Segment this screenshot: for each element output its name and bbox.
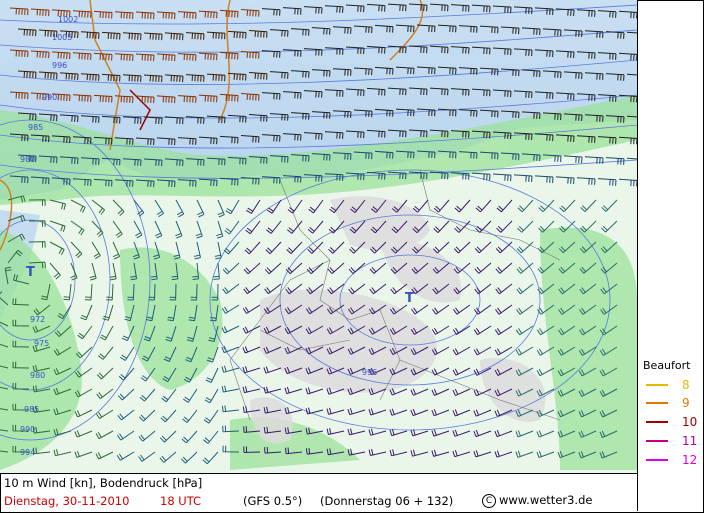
legend-swatch xyxy=(646,459,668,461)
isobar-label: 996 xyxy=(52,61,67,70)
low-marker-central: T xyxy=(405,291,414,306)
isobar-label: 980 xyxy=(30,371,45,380)
legend-item: 10 xyxy=(646,415,704,429)
low-marker-west: T xyxy=(26,265,35,280)
legend-value: 12 xyxy=(682,453,698,467)
legend-value: 8 xyxy=(682,378,690,392)
isobar-label: 1002 xyxy=(58,15,78,24)
legend-item: 9 xyxy=(646,396,704,410)
isobar-label: 1005 xyxy=(52,33,72,42)
legend-swatch xyxy=(646,384,668,386)
legend-value: 10 xyxy=(682,415,698,429)
legend-item: 11 xyxy=(646,434,704,448)
isobar-label: 990 xyxy=(20,425,35,434)
legend-swatch xyxy=(646,402,668,404)
isobar-label: 985 xyxy=(28,123,43,132)
forecast-time: 18 UTC xyxy=(160,494,202,508)
isobar-label: 975 xyxy=(34,339,49,348)
copyright-icon: C xyxy=(482,493,496,508)
map-caption: 10 m Wind [kn], Bodendruck [hPa] xyxy=(4,476,203,490)
isobar-label: 994 xyxy=(20,448,35,457)
model-run: (Donnerstag 06 + 132) xyxy=(320,494,454,508)
legend-item: 12 xyxy=(646,453,704,467)
forecast-date: Dienstag, 30-11-2010 xyxy=(4,494,130,508)
wind-pressure-map: T T 1002 1005 996 990 985 980 972 975 98… xyxy=(0,0,638,474)
legend-value: 11 xyxy=(682,434,698,448)
legend-title: Beaufort xyxy=(643,359,691,372)
map-canvas: T T 1002 1005 996 990 985 980 972 975 98… xyxy=(0,0,637,473)
isobar-label: 985 xyxy=(24,405,39,414)
isobar-label: 990 xyxy=(42,93,57,102)
legend-item: 8 xyxy=(646,378,704,392)
map-footer: 10 m Wind [kn], Bodendruck [hPa] Diensta… xyxy=(0,474,638,511)
isobar-label: 996 xyxy=(362,368,377,377)
legend-value: 9 xyxy=(682,396,690,410)
legend-swatch xyxy=(646,421,668,423)
isobar-label: 972 xyxy=(30,315,45,324)
legend-swatch xyxy=(646,440,668,442)
site-link[interactable]: www.wetter3.de xyxy=(499,493,592,507)
site-credit: Cwww.wetter3.de xyxy=(482,493,592,508)
isobar-label: 980 xyxy=(20,155,35,164)
model-name: (GFS 0.5°) xyxy=(243,494,303,508)
